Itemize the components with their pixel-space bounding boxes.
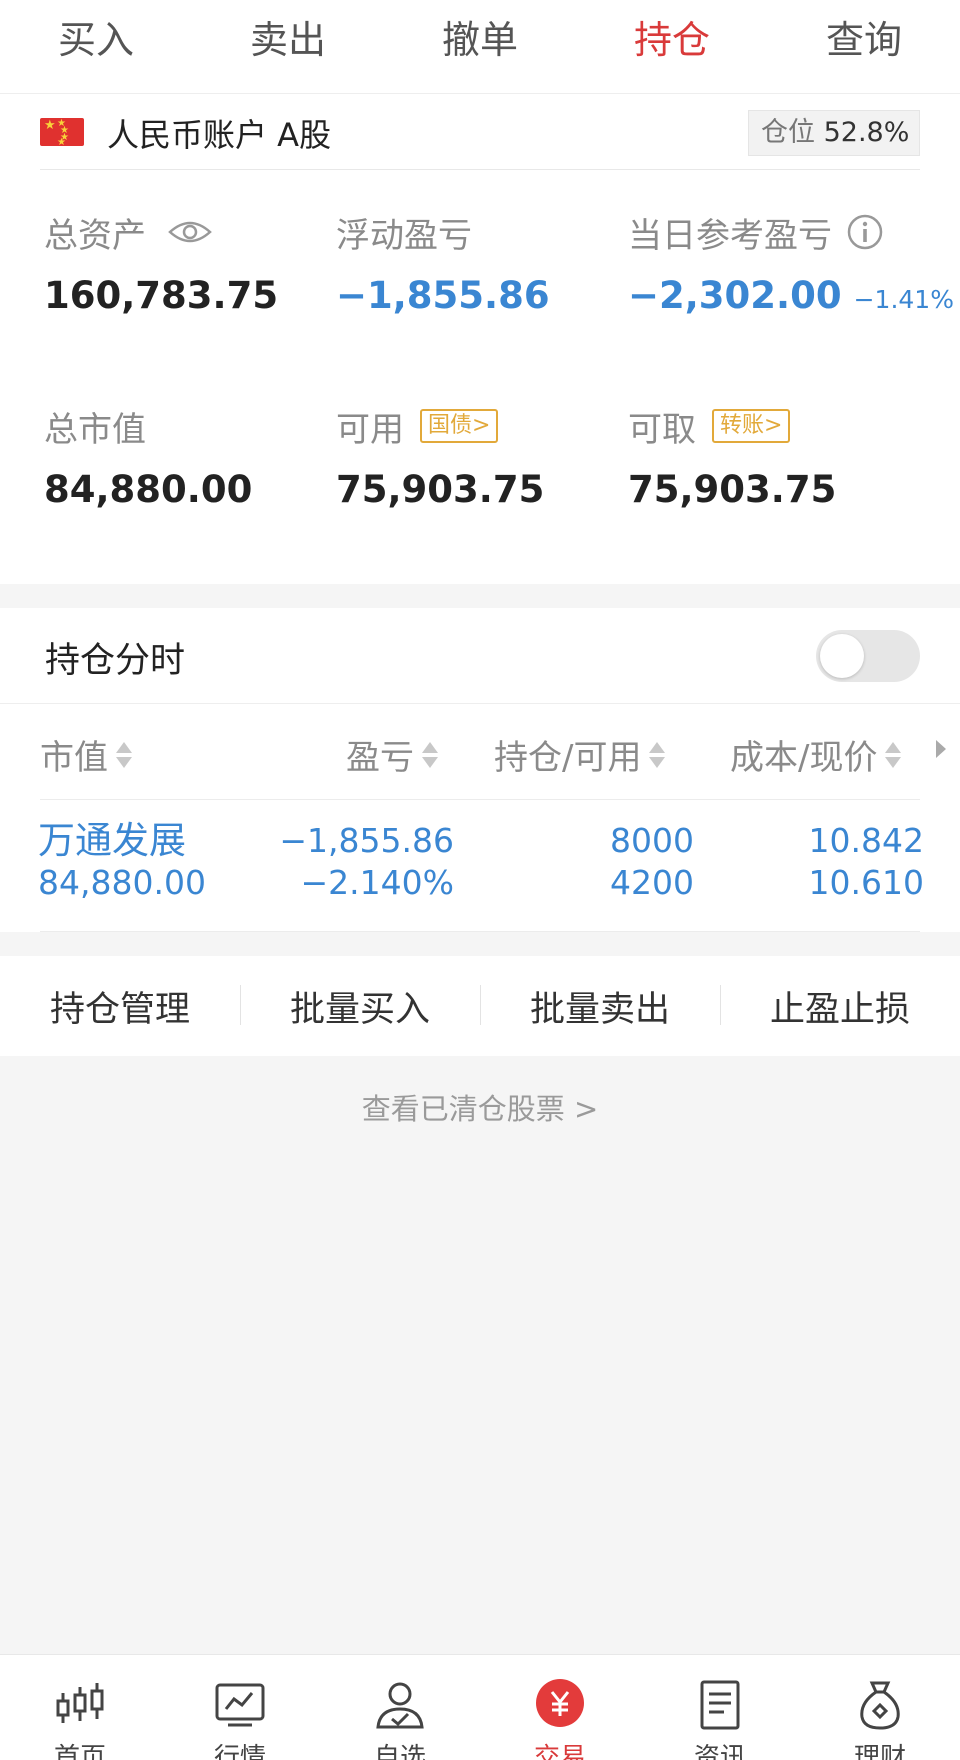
batch-buy-button[interactable]: 批量买入 bbox=[240, 981, 480, 1032]
stock-holding: 8000 bbox=[610, 821, 694, 860]
stock-market-value: 84,880.00 bbox=[38, 863, 206, 902]
holding-management-button[interactable]: 持仓管理 bbox=[0, 981, 240, 1032]
daily-pnl-value: −2,302.00 bbox=[628, 274, 842, 317]
nav-news[interactable]: 资讯 bbox=[640, 1655, 800, 1760]
stock-name: 万通发展 bbox=[38, 819, 186, 862]
column-market-value[interactable]: 市值 bbox=[40, 730, 132, 779]
floating-pnl-value: −1,855.86 bbox=[336, 274, 550, 317]
withdrawable-label: 可取 bbox=[628, 409, 696, 450]
eye-icon[interactable] bbox=[168, 217, 212, 247]
nav-label: 首页 bbox=[53, 1743, 106, 1760]
tab-buy[interactable]: 买入 bbox=[0, 0, 192, 93]
column-label: 市值 bbox=[40, 738, 108, 778]
column-cost-price[interactable]: 成本/现价 bbox=[730, 730, 902, 779]
holding-timeshare-toggle[interactable] bbox=[816, 630, 920, 682]
chart-monitor-icon bbox=[215, 1683, 265, 1727]
daily-pnl-label: 当日参考盈亏 bbox=[628, 215, 832, 256]
user-check-icon bbox=[376, 1682, 424, 1729]
transfer-button[interactable]: 转账> bbox=[712, 409, 791, 443]
toggle-knob bbox=[820, 634, 864, 678]
column-label: 持仓/可用 bbox=[494, 738, 642, 778]
account-label[interactable]: 人民币账户 A股 bbox=[107, 110, 331, 156]
sort-icon bbox=[422, 740, 438, 770]
nav-wealth[interactable]: 理财 bbox=[800, 1655, 960, 1760]
nav-label: 自选 bbox=[373, 1743, 426, 1760]
floating-pnl-cell: 浮动盈亏 −1,855.86 bbox=[336, 210, 550, 318]
more-columns-icon[interactable] bbox=[936, 740, 946, 758]
nav-label: 资讯 bbox=[693, 1743, 746, 1760]
total-assets-label: 总资产 bbox=[44, 215, 146, 256]
top-tab-bar: 买入 卖出 撤单 持仓 查询 bbox=[0, 0, 960, 107]
stock-pnl-percent: −2.140% bbox=[300, 863, 454, 902]
batch-sell-button[interactable]: 批量卖出 bbox=[480, 981, 720, 1032]
document-icon bbox=[700, 1680, 740, 1730]
available-value: 75,903.75 bbox=[336, 468, 545, 511]
holding-timeshare-row: 持仓分时 bbox=[0, 608, 960, 704]
market-value-label: 总市值 bbox=[44, 409, 146, 450]
view-cleared-stocks-link[interactable]: 查看已清仓股票 > bbox=[0, 1086, 960, 1128]
tab-query[interactable]: 查询 bbox=[768, 0, 960, 93]
nav-label: 行情 bbox=[213, 1743, 266, 1760]
stock-available: 4200 bbox=[610, 863, 694, 902]
sort-icon bbox=[649, 740, 666, 770]
floating-pnl-label: 浮动盈亏 bbox=[336, 215, 472, 256]
withdrawable-value: 75,903.75 bbox=[628, 468, 837, 511]
holding-timeshare-label: 持仓分时 bbox=[45, 641, 186, 681]
tab-holdings[interactable]: 持仓 bbox=[576, 0, 768, 107]
money-bag-icon bbox=[860, 1681, 900, 1730]
info-icon[interactable] bbox=[846, 213, 884, 251]
market-value-value: 84,880.00 bbox=[44, 468, 253, 511]
nav-market[interactable]: 行情 bbox=[160, 1655, 320, 1760]
column-label: 盈亏 bbox=[346, 738, 414, 778]
sort-icon bbox=[116, 740, 132, 770]
nav-home[interactable]: 首页 bbox=[0, 1655, 160, 1760]
position-ratio-value: 52.8% bbox=[823, 117, 910, 148]
stock-cost: 10.842 bbox=[808, 821, 924, 860]
treasury-bond-button[interactable]: 国债> bbox=[420, 409, 499, 443]
available-label: 可用 bbox=[336, 409, 404, 450]
position-ratio-label: 仓位 bbox=[761, 117, 815, 148]
total-assets-value: 160,783.75 bbox=[44, 274, 279, 317]
nav-label: 交易 bbox=[533, 1743, 586, 1760]
tab-sell[interactable]: 卖出 bbox=[192, 0, 384, 93]
position-ratio-badge: 仓位 52.8% bbox=[748, 110, 920, 156]
daily-pnl-percent: −1.41% bbox=[853, 285, 954, 314]
nav-label: 理财 bbox=[853, 1743, 906, 1760]
column-pnl[interactable]: 盈亏 bbox=[346, 730, 438, 779]
holdings-table: 市值 盈亏 持仓/可用 成本/现价 万通发展 84,880.00 −1,855.… bbox=[0, 704, 960, 932]
china-flag-icon: ★ ★ ★ ★ ★ bbox=[40, 118, 84, 148]
nav-watchlist[interactable]: 自选 bbox=[320, 1655, 480, 1760]
stock-price: 10.610 bbox=[808, 863, 924, 902]
table-header: 市值 盈亏 持仓/可用 成本/现价 bbox=[40, 704, 946, 800]
daily-pnl-cell: 当日参考盈亏 −2,302.00 −1.41% bbox=[628, 210, 954, 317]
tab-cancel-order[interactable]: 撤单 bbox=[384, 0, 576, 93]
withdrawable-cell: 可取 转账> 75,903.75 bbox=[628, 404, 836, 511]
bottom-nav-bar: 首页 行情 自选 交易 资讯 理财 bbox=[0, 1654, 960, 1760]
sort-icon bbox=[885, 740, 902, 770]
yuan-circle-icon bbox=[536, 1679, 584, 1727]
take-profit-stop-loss-button[interactable]: 止盈止损 bbox=[720, 981, 960, 1032]
divider bbox=[40, 931, 920, 932]
asset-summary: 总资产 160,783.75 浮动盈亏 −1,855.86 当日参考盈亏 −2,… bbox=[0, 170, 960, 584]
column-holding-available[interactable]: 持仓/可用 bbox=[494, 730, 666, 779]
stock-pnl: −1,855.86 bbox=[279, 821, 454, 860]
market-value-cell: 总市值 84,880.00 bbox=[44, 404, 253, 512]
table-row[interactable]: 万通发展 84,880.00 −1,855.86 −2.140% 8000 42… bbox=[0, 800, 960, 932]
available-cell: 可用 国债> 75,903.75 bbox=[336, 404, 544, 511]
nav-trade[interactable]: 交易 bbox=[480, 1655, 640, 1760]
holding-actions-bar: 持仓管理 批量买入 批量卖出 止盈止损 bbox=[0, 956, 960, 1056]
candlestick-icon bbox=[56, 1683, 104, 1723]
column-label: 成本/现价 bbox=[730, 738, 878, 778]
account-row: ★ ★ ★ ★ ★ 人民币账户 A股 仓位 52.8% bbox=[0, 94, 960, 170]
total-assets-cell: 总资产 160,783.75 bbox=[44, 210, 279, 318]
